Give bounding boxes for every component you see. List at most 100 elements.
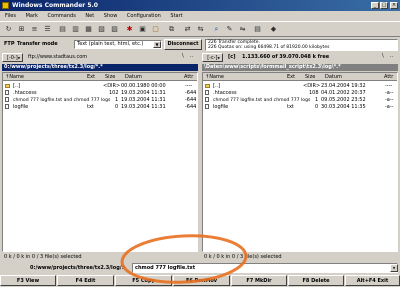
alt-f4-exit-button[interactable]: Alt+F4 Exit — [345, 275, 400, 286]
close-button[interactable]: × — [390, 2, 398, 9]
file-name: [..] — [213, 83, 221, 89]
right-file-panel[interactable]: ↑Name Ext Size Datum Attr [..] <DIR> 23.… — [202, 72, 398, 252]
file-attr: -a-- — [385, 97, 394, 103]
disconnect-button[interactable]: Disconnect — [164, 39, 202, 50]
unpack-icon[interactable]: ⧉ — [166, 24, 177, 35]
table-row[interactable]: logfile txt 0 30.03.2004 11:35 -a-- — [203, 104, 397, 111]
file-icon — [5, 97, 9, 102]
right-col-attr[interactable]: Attr — [384, 73, 393, 81]
left-root-button[interactable]: \ — [182, 53, 184, 59]
file-attr: ---- — [385, 83, 393, 89]
menu-files[interactable]: Files — [5, 13, 16, 19]
right-drive-select[interactable]: [-c-]▼ — [202, 53, 223, 62]
table-row[interactable]: [..] <DIR> 00.00.1980 00:00 ---- — [3, 83, 197, 90]
app-icon[interactable] — [2, 2, 9, 9]
minimize-button[interactable]: _ — [371, 2, 379, 9]
sort-name-icon[interactable]: ▤ — [57, 24, 68, 35]
full-view-icon[interactable]: ☰ — [42, 24, 53, 35]
left-path-bar[interactable]: 0:/www/projects/three/tx2.3/log/*.* — [2, 64, 198, 71]
right-path-bar[interactable]: \Daten\www\scripts\formmail_script\tx2.3… — [202, 64, 398, 71]
f3-view-button[interactable]: F3 View — [0, 275, 56, 286]
file-attr: -a-- — [385, 90, 394, 96]
file-size: 102 — [109, 90, 119, 96]
file-ext: txt — [287, 104, 294, 110]
right-path: \Daten\www\scripts\formmail_script\tx2.3… — [204, 64, 341, 70]
left-col-name[interactable]: ↑Name — [5, 73, 24, 81]
command-prompt: 0:/www/projects/three/tx2.3/log/> — [30, 265, 126, 271]
f7-mkdir-button[interactable]: F7 MkDir — [231, 275, 287, 286]
right-volume: [c] — [228, 54, 236, 60]
file-date: 09.05.2002 23:52 — [321, 97, 366, 103]
left-file-panel[interactable]: ↑Name Ext Size Datum Attr [..] <DIR> 00.… — [2, 72, 198, 252]
file-date: 23.04.2004 19:32 — [321, 83, 366, 89]
left-col-size[interactable]: Size — [105, 73, 115, 81]
transfer-mode-select[interactable]: Text (plain text, html, etc.) — [74, 40, 162, 49]
help-icon[interactable]: ◆ — [268, 24, 279, 35]
table-row[interactable]: logfile txt 0 19.03.2004 11:31 -644 — [3, 104, 197, 111]
menu-configuration[interactable]: Configuration — [127, 13, 161, 19]
file-attr: -644 — [185, 90, 197, 96]
sort-date-icon[interactable]: ▦ — [83, 24, 94, 35]
ftp-connect-icon[interactable]: ⇄ — [182, 24, 193, 35]
file-name: logfile — [213, 104, 229, 110]
menu-mark[interactable]: Mark — [26, 13, 38, 19]
f4-edit-button[interactable]: F4 Edit — [57, 275, 114, 286]
refresh-icon[interactable]: ↻ — [3, 24, 14, 35]
left-col-ext[interactable]: Ext — [87, 73, 95, 81]
ftp-log-line: 226 Quotas on: using 66498.71 of 81920.0… — [208, 45, 330, 50]
command-line-input[interactable]: chmod 777 logfile.txt — [132, 263, 398, 273]
left-status: 0 k / 0 k in 0 / 3 file(s) selected — [4, 254, 82, 260]
right-col-size[interactable]: Size — [305, 73, 315, 81]
unsorted-icon[interactable]: ▨ — [109, 24, 120, 35]
file-name: logfile — [13, 104, 29, 110]
chevron-down-icon[interactable]: ▼ — [153, 41, 161, 48]
left-col-attr[interactable]: Attr — [184, 73, 193, 81]
back-icon[interactable]: ✱ — [124, 24, 135, 35]
f6-renmov-button[interactable]: F6 RenMov — [173, 275, 230, 286]
f5-copy-button[interactable]: F5 Copy — [115, 275, 172, 286]
table-row[interactable]: chmod 777 logfile.txt and chmod 777 logs… — [3, 97, 197, 104]
table-row[interactable]: [..] <DIR> 23.04.2004 19:32 ---- — [203, 83, 397, 90]
right-col-name[interactable]: ↑Name — [205, 73, 224, 81]
table-row[interactable]: .htaccess 102 19.03.2004 11:31 -644 — [3, 90, 197, 97]
file-date: 30.03.2004 11:35 — [321, 104, 366, 110]
menu-net[interactable]: Net — [85, 13, 94, 19]
right-up-button[interactable]: .. — [390, 53, 393, 59]
forward-icon[interactable]: ▣ — [137, 24, 148, 35]
right-root-button[interactable]: \ — [382, 53, 384, 59]
left-col-date[interactable]: Datum — [125, 73, 142, 81]
right-col-ext[interactable]: Ext — [287, 73, 295, 81]
pack-icon[interactable]: ▢ — [150, 24, 161, 35]
sort-size-icon[interactable]: ▧ — [96, 24, 107, 35]
maximize-button[interactable]: □ — [380, 2, 388, 9]
file-name: chmod 777 logfile.txt and chmod 777 logs — [213, 98, 311, 103]
tree-icon[interactable]: ⊞ — [16, 24, 27, 35]
left-drive-select[interactable]: [-0-]▼ — [2, 53, 23, 62]
f8-delete-button[interactable]: F8 Delete — [288, 275, 344, 286]
menu-show[interactable]: Show — [104, 13, 118, 19]
table-row[interactable]: chmod 777 logfile.txt and chmod 777 logs… — [203, 97, 397, 104]
ftp-disconnect-icon[interactable]: ⇆ — [195, 24, 206, 35]
menu-start[interactable]: Start — [170, 13, 182, 19]
search-icon[interactable]: ⌕ — [211, 24, 222, 35]
left-location: ftp://www.stadtaus.com — [28, 54, 88, 60]
brief-view-icon[interactable]: ≡ — [29, 24, 40, 35]
transfer-mode-value: Text (plain text, html, etc.) — [77, 41, 144, 47]
command-history-dropdown[interactable]: ▼ — [390, 264, 398, 272]
notepad-icon[interactable]: ▤ — [252, 24, 263, 35]
window-title-bar[interactable]: Windows Commander 5.0 — [0, 0, 400, 11]
left-up-button[interactable]: .. — [190, 53, 193, 59]
rename-icon[interactable]: ✎ — [224, 24, 235, 35]
sort-ext-icon[interactable]: ▥ — [70, 24, 81, 35]
ftp-log[interactable]: 226 Transfer complete. 226 Quotas on: us… — [205, 39, 398, 51]
left-drive-bar: [-0-]▼ ftp://www.stadtaus.com \ .. — [2, 53, 198, 62]
menu-commands[interactable]: Commands — [48, 13, 76, 19]
file-icon — [5, 90, 9, 95]
right-col-date[interactable]: Datum — [325, 73, 342, 81]
left-path: 0:/www/projects/three/tx2.3/log/*.* — [4, 64, 103, 70]
file-icon — [205, 97, 209, 102]
sync-icon[interactable]: ⇋ — [237, 24, 248, 35]
file-attr: -644 — [185, 97, 197, 103]
file-icon — [5, 104, 9, 109]
table-row[interactable]: .htaccess 108 04.01.2002 20:37 -a-- — [203, 90, 397, 97]
